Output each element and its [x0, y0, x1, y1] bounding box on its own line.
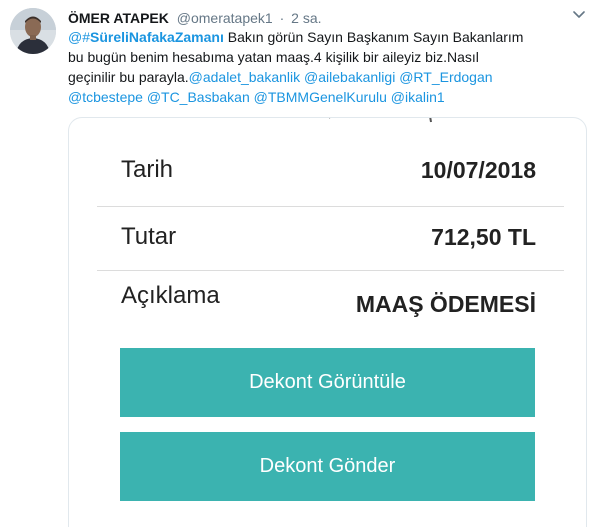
tweet-text: @#SüreliNafakaZamanı Bakın görün Sayın B… [68, 27, 528, 107]
tweet-header: ÖMER ATAPEK @omeratapek1 · 2 sa. [68, 9, 322, 27]
mention-link[interactable]: @adalet_bakanlik [189, 69, 301, 85]
receipt-screenshot: Tarih 10/07/2018 Tutar 712,50 TL Açıklam… [69, 118, 586, 527]
receipt-row-description: Açıklama MAAŞ ÖDEMESİ [121, 281, 536, 321]
hashtag-link[interactable]: #SüreliNafakaZamanı [82, 29, 224, 45]
divider [97, 270, 564, 271]
row-label: Tarih [121, 156, 174, 183]
display-name[interactable]: ÖMER ATAPEK [68, 10, 169, 26]
receipt-row-amount: Tutar 712,50 TL [121, 222, 536, 258]
mention-link[interactable]: @tcbestepe [68, 89, 143, 105]
avatar[interactable] [10, 8, 56, 54]
divider [97, 206, 564, 207]
chevron-down-icon[interactable] [571, 8, 587, 22]
send-receipt-button[interactable]: Dekont Gönder [120, 432, 535, 501]
receipt-row-date: Tarih 10/07/2018 [121, 155, 536, 191]
hashtag-symbol: # [82, 29, 91, 45]
attached-image[interactable]: Tarih 10/07/2018 Tutar 712,50 TL Açıklam… [68, 117, 587, 527]
row-label: Açıklama [121, 282, 220, 309]
profile-photo-icon [10, 8, 56, 54]
separator-dot: · [279, 10, 285, 26]
row-value: 10/07/2018 [420, 157, 536, 183]
mention-link[interactable]: @ailebakanligi [304, 69, 395, 85]
row-label: Tutar [121, 223, 177, 250]
mention-link[interactable]: @ikalin1 [391, 89, 445, 105]
row-value: MAAŞ ÖDEMESİ [355, 291, 536, 317]
view-receipt-button[interactable]: Dekont Görüntüle [120, 348, 535, 417]
timestamp[interactable]: 2 sa. [291, 10, 321, 26]
cropped-text-fragment [309, 118, 469, 124]
mention-link[interactable]: @TC_Basbakan [147, 89, 250, 105]
row-value: 712,50 TL [431, 224, 536, 250]
tweet: ÖMER ATAPEK @omeratapek1 · 2 sa. @#Sürel… [0, 0, 600, 527]
hashtag-word: SüreliNafakaZamanı [90, 29, 224, 45]
mention-link[interactable]: @RT_Erdogan [399, 69, 492, 85]
mention-prefix[interactable]: @ [68, 29, 82, 45]
mention-link[interactable]: @TBMMGenelKurulu [254, 89, 387, 105]
user-handle[interactable]: @omeratapek1 [177, 10, 273, 26]
